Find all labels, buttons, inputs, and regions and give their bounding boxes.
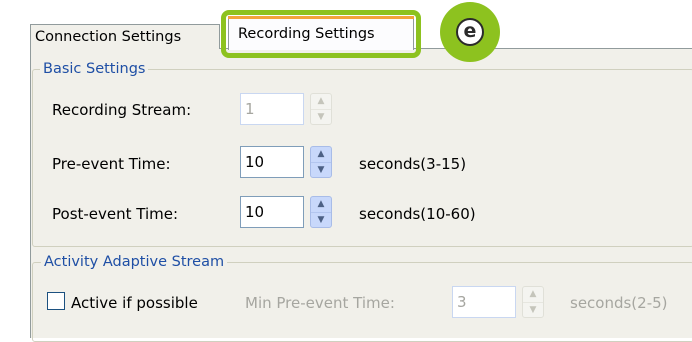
pre-event-time-input[interactable]: 10 xyxy=(240,146,304,178)
post-event-time-input[interactable]: 10 xyxy=(240,196,304,228)
pre-event-time-spin-buttons[interactable]: ▲ ▼ xyxy=(310,146,332,178)
recording-stream-spin-buttons[interactable]: ▲ ▼ xyxy=(310,93,332,125)
post-event-time-label: Post-event Time: xyxy=(52,205,179,223)
pre-event-time-unit: seconds(3-15) xyxy=(359,155,467,173)
recording-stream-label: Recording Stream: xyxy=(52,101,192,119)
recording-stream-input[interactable]: 1 xyxy=(240,93,304,125)
active-if-possible-checkbox[interactable] xyxy=(47,292,65,310)
tab-connection-settings[interactable]: Connection Settings xyxy=(30,24,220,49)
min-pre-event-time-label: Min Pre-event Time: xyxy=(245,294,395,312)
active-if-possible-label[interactable]: Active if possible xyxy=(71,293,198,313)
spin-down-arrow-icon[interactable]: ▼ xyxy=(311,213,331,228)
spin-down-arrow-icon[interactable]: ▼ xyxy=(523,303,543,318)
annotation-badge: e xyxy=(440,2,500,62)
tab-recording-settings[interactable]: Recording Settings xyxy=(228,16,414,50)
post-event-time-spin-buttons[interactable]: ▲ ▼ xyxy=(310,196,332,228)
spin-up-arrow-icon[interactable]: ▲ xyxy=(311,147,331,163)
min-pre-event-time-input[interactable]: 3 xyxy=(452,286,516,318)
spin-down-arrow-icon[interactable]: ▼ xyxy=(311,110,331,125)
annotation-letter: e xyxy=(456,18,484,46)
post-event-time-unit: seconds(10-60) xyxy=(359,205,476,223)
spin-down-arrow-icon[interactable]: ▼ xyxy=(311,163,331,178)
min-pre-event-time-spin-buttons[interactable]: ▲ ▼ xyxy=(522,286,544,318)
spin-up-arrow-icon[interactable]: ▲ xyxy=(311,94,331,110)
spin-up-arrow-icon[interactable]: ▲ xyxy=(523,287,543,303)
basic-settings-title: Basic Settings xyxy=(40,60,149,78)
spin-up-arrow-icon[interactable]: ▲ xyxy=(311,197,331,213)
activity-adaptive-stream-title: Activity Adaptive Stream xyxy=(41,253,228,271)
pre-event-time-label: Pre-event Time: xyxy=(52,155,171,173)
min-pre-event-time-unit: seconds(2-5) xyxy=(570,294,668,312)
